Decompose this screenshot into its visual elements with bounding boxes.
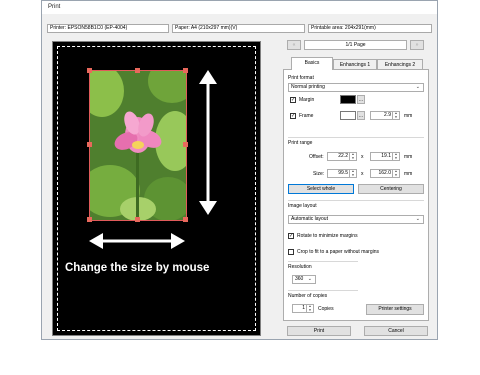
resolution-value: 360 xyxy=(295,276,304,282)
printer-settings-button[interactable]: Printer settings xyxy=(366,304,424,315)
size-x-value: 99.5 xyxy=(338,170,348,176)
chevron-down-icon: ⌄ xyxy=(307,276,312,282)
offset-label: Offset: xyxy=(309,154,324,160)
next-page-button[interactable]: » xyxy=(410,40,424,50)
spin-buttons-icon[interactable]: ▲ ▼ xyxy=(349,152,356,160)
times-sign: x xyxy=(361,171,364,177)
prev-page-button[interactable]: « xyxy=(287,40,301,50)
preview-image[interactable] xyxy=(89,70,187,221)
size-x-spinner[interactable]: 99.5 ▲ ▼ xyxy=(327,169,357,178)
size-y-spinner[interactable]: 162.0 ▲ ▼ xyxy=(370,169,400,178)
offset-y-spinner[interactable]: 19.1 ▲ ▼ xyxy=(370,152,400,161)
cancel-button[interactable]: Cancel xyxy=(364,326,428,336)
crop-checkbox[interactable] xyxy=(288,249,294,255)
resize-handle-bottom-right[interactable] xyxy=(183,217,188,222)
resize-handle-bottom-left[interactable] xyxy=(87,217,92,222)
lotus-photo-icon xyxy=(90,71,186,220)
resize-handle-left[interactable] xyxy=(87,142,92,147)
divider xyxy=(288,261,358,262)
printable-area-info: Printable area: 204x291(mm) xyxy=(308,24,432,33)
rotate-checkbox[interactable]: ✓ xyxy=(288,233,294,239)
print-dialog: Print Printer: EPSON58B1C0 (EP-4004) Pap… xyxy=(41,0,438,340)
select-whole-button[interactable]: Select whole xyxy=(288,184,354,194)
paper-info: Paper: A4 (210x297 mm)(V) xyxy=(172,24,305,33)
horizontal-resize-arrow-icon xyxy=(89,233,185,249)
frame-color-swatch[interactable] xyxy=(340,111,356,120)
size-label: Size: xyxy=(313,171,325,177)
centering-button[interactable]: Centering xyxy=(358,184,424,194)
spin-buttons-icon[interactable]: ▲ ▼ xyxy=(392,169,399,177)
basics-panel: Print format Normal printing ⌄ ✓ Margin … xyxy=(283,69,429,321)
spin-buttons-icon[interactable]: ▲ ▼ xyxy=(306,304,313,312)
vertical-resize-arrow-icon xyxy=(199,70,217,215)
size-unit: mm xyxy=(404,171,413,177)
resize-handle-top-right[interactable] xyxy=(183,68,188,73)
title-bar: Print xyxy=(42,1,437,14)
crop-label: Crop to fit to a paper without margins xyxy=(297,249,379,255)
print-format-label: Print format xyxy=(288,75,314,81)
resolution-label: Resolution xyxy=(288,264,312,270)
print-format-select[interactable]: Normal printing ⌄ xyxy=(288,83,424,92)
margin-color-button[interactable]: ... xyxy=(357,95,365,104)
spin-buttons-icon[interactable]: ▲ ▼ xyxy=(392,111,399,119)
resize-handle-top[interactable] xyxy=(135,68,140,73)
frame-checkbox[interactable]: ✓ xyxy=(290,113,296,119)
margin-label: Margin xyxy=(299,97,315,103)
offset-x-value: 22.2 xyxy=(338,153,348,159)
print-button[interactable]: Print xyxy=(287,326,351,336)
window-title: Print xyxy=(48,4,61,10)
copies-unit: Copies xyxy=(318,306,334,312)
resize-handle-right[interactable] xyxy=(183,142,188,147)
spin-buttons-icon[interactable]: ▲ ▼ xyxy=(392,152,399,160)
copies-label: Number of copies xyxy=(288,293,328,299)
frame-unit: mm xyxy=(404,113,413,119)
offset-y-value: 19.1 xyxy=(381,153,391,159)
rotate-label: Rotate to minimize margins xyxy=(297,233,358,239)
offset-x-spinner[interactable]: 22.2 ▲ ▼ xyxy=(327,152,357,161)
tab-basics[interactable]: Basics xyxy=(291,57,333,70)
frame-width-spinner[interactable]: 2.9 ▲ ▼ xyxy=(370,111,400,120)
page-indicator: 1/1 Page xyxy=(304,40,407,50)
copies-value: 1 xyxy=(302,305,305,311)
divider xyxy=(288,290,358,291)
size-y-value: 162.0 xyxy=(378,170,391,176)
spin-buttons-icon[interactable]: ▲ ▼ xyxy=(349,169,356,177)
margin-color-swatch[interactable] xyxy=(340,95,356,104)
frame-color-button[interactable]: ... xyxy=(357,111,365,120)
margin-checkbox[interactable]: ✓ xyxy=(290,97,296,103)
resize-hint-text: Change the size by mouse xyxy=(65,262,210,274)
double-left-arrow-icon: « xyxy=(292,42,296,48)
chevron-down-icon: ⌄ xyxy=(415,84,420,90)
offset-unit: mm xyxy=(404,154,413,160)
printer-info: Printer: EPSON58B1C0 (EP-4004) xyxy=(47,24,169,33)
copies-spinner[interactable]: 1 ▲ ▼ xyxy=(292,304,314,313)
divider xyxy=(288,137,424,138)
print-preview[interactable]: Change the size by mouse xyxy=(52,41,261,336)
resize-handle-bottom[interactable] xyxy=(135,217,140,222)
print-range-label: Print range xyxy=(288,140,313,146)
chevron-down-icon: ⌄ xyxy=(415,216,420,222)
image-layout-label: Image layout xyxy=(288,203,317,209)
image-layout-value: Automatic layout xyxy=(291,216,328,222)
print-format-value: Normal printing xyxy=(291,84,325,90)
image-layout-select[interactable]: Automatic layout ⌄ xyxy=(288,215,424,224)
times-sign: x xyxy=(361,154,364,160)
double-right-arrow-icon: » xyxy=(415,42,419,48)
resolution-select[interactable]: 360 ⌄ xyxy=(292,275,316,284)
frame-label: Frame xyxy=(299,113,314,119)
frame-width-value: 2.9 xyxy=(384,112,391,118)
divider xyxy=(288,200,424,201)
resize-handle-top-left[interactable] xyxy=(87,68,92,73)
